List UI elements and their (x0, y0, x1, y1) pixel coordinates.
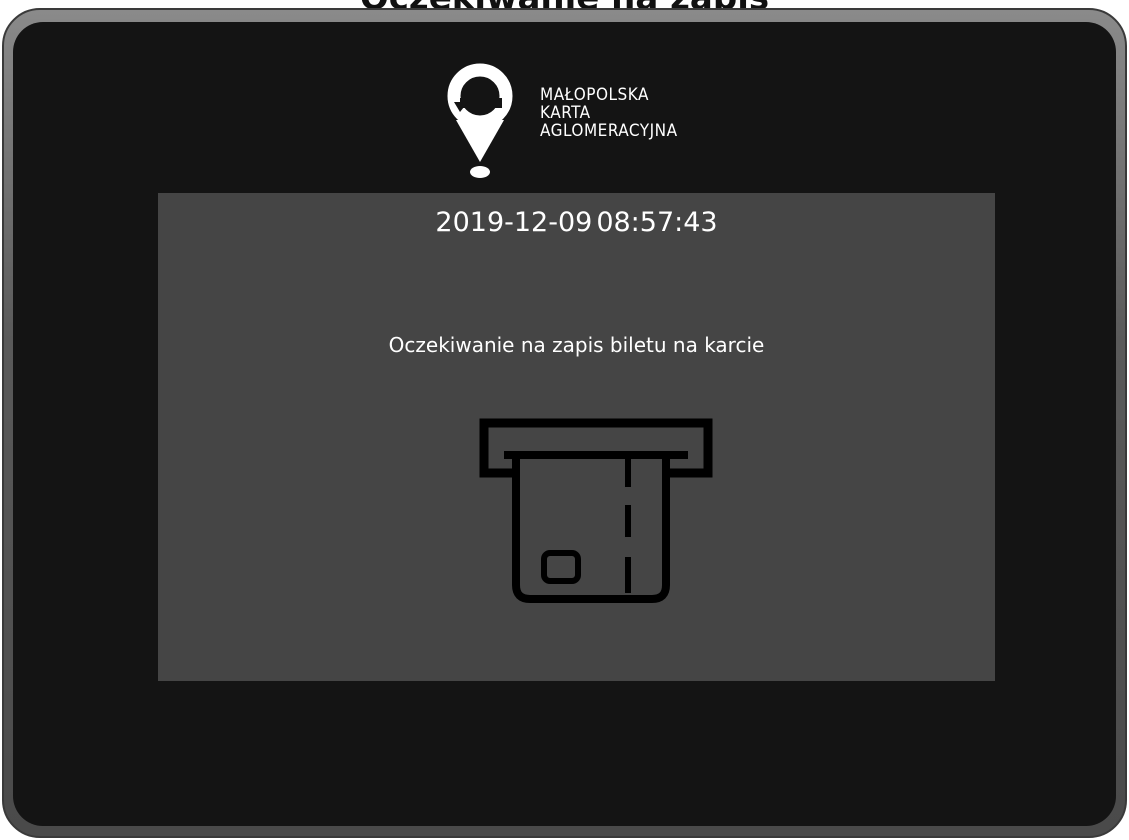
status-message: Oczekiwanie na zapis biletu na karcie (388, 333, 765, 357)
map-pin-icon (447, 63, 513, 178)
brand-line-1: MAŁOPOLSKA (540, 85, 649, 105)
date-text: 2019-12-09 (435, 207, 593, 238)
datetime-display: 2019-12-09 08:57:43 (158, 205, 995, 241)
status-panel: 2019-12-09 08:57:43 Oczekiwanie na zapis … (158, 193, 995, 681)
brand-name: MAŁOPOLSKA KARTA AGLOMERACYJNA (540, 86, 678, 140)
time-text: 08:57:43 (596, 207, 718, 238)
card-insert-icon (479, 418, 713, 603)
device-screen: MAŁOPOLSKA KARTA AGLOMERACYJNA 2019-12-0… (13, 22, 1116, 826)
device-bezel: MAŁOPOLSKA KARTA AGLOMERACYJNA 2019-12-0… (2, 8, 1127, 838)
brand-logo: MAŁOPOLSKA KARTA AGLOMERACYJNA (440, 62, 740, 190)
brand-line-3: AGLOMERACYJNA (540, 121, 678, 141)
brand-line-2: KARTA (540, 103, 591, 123)
